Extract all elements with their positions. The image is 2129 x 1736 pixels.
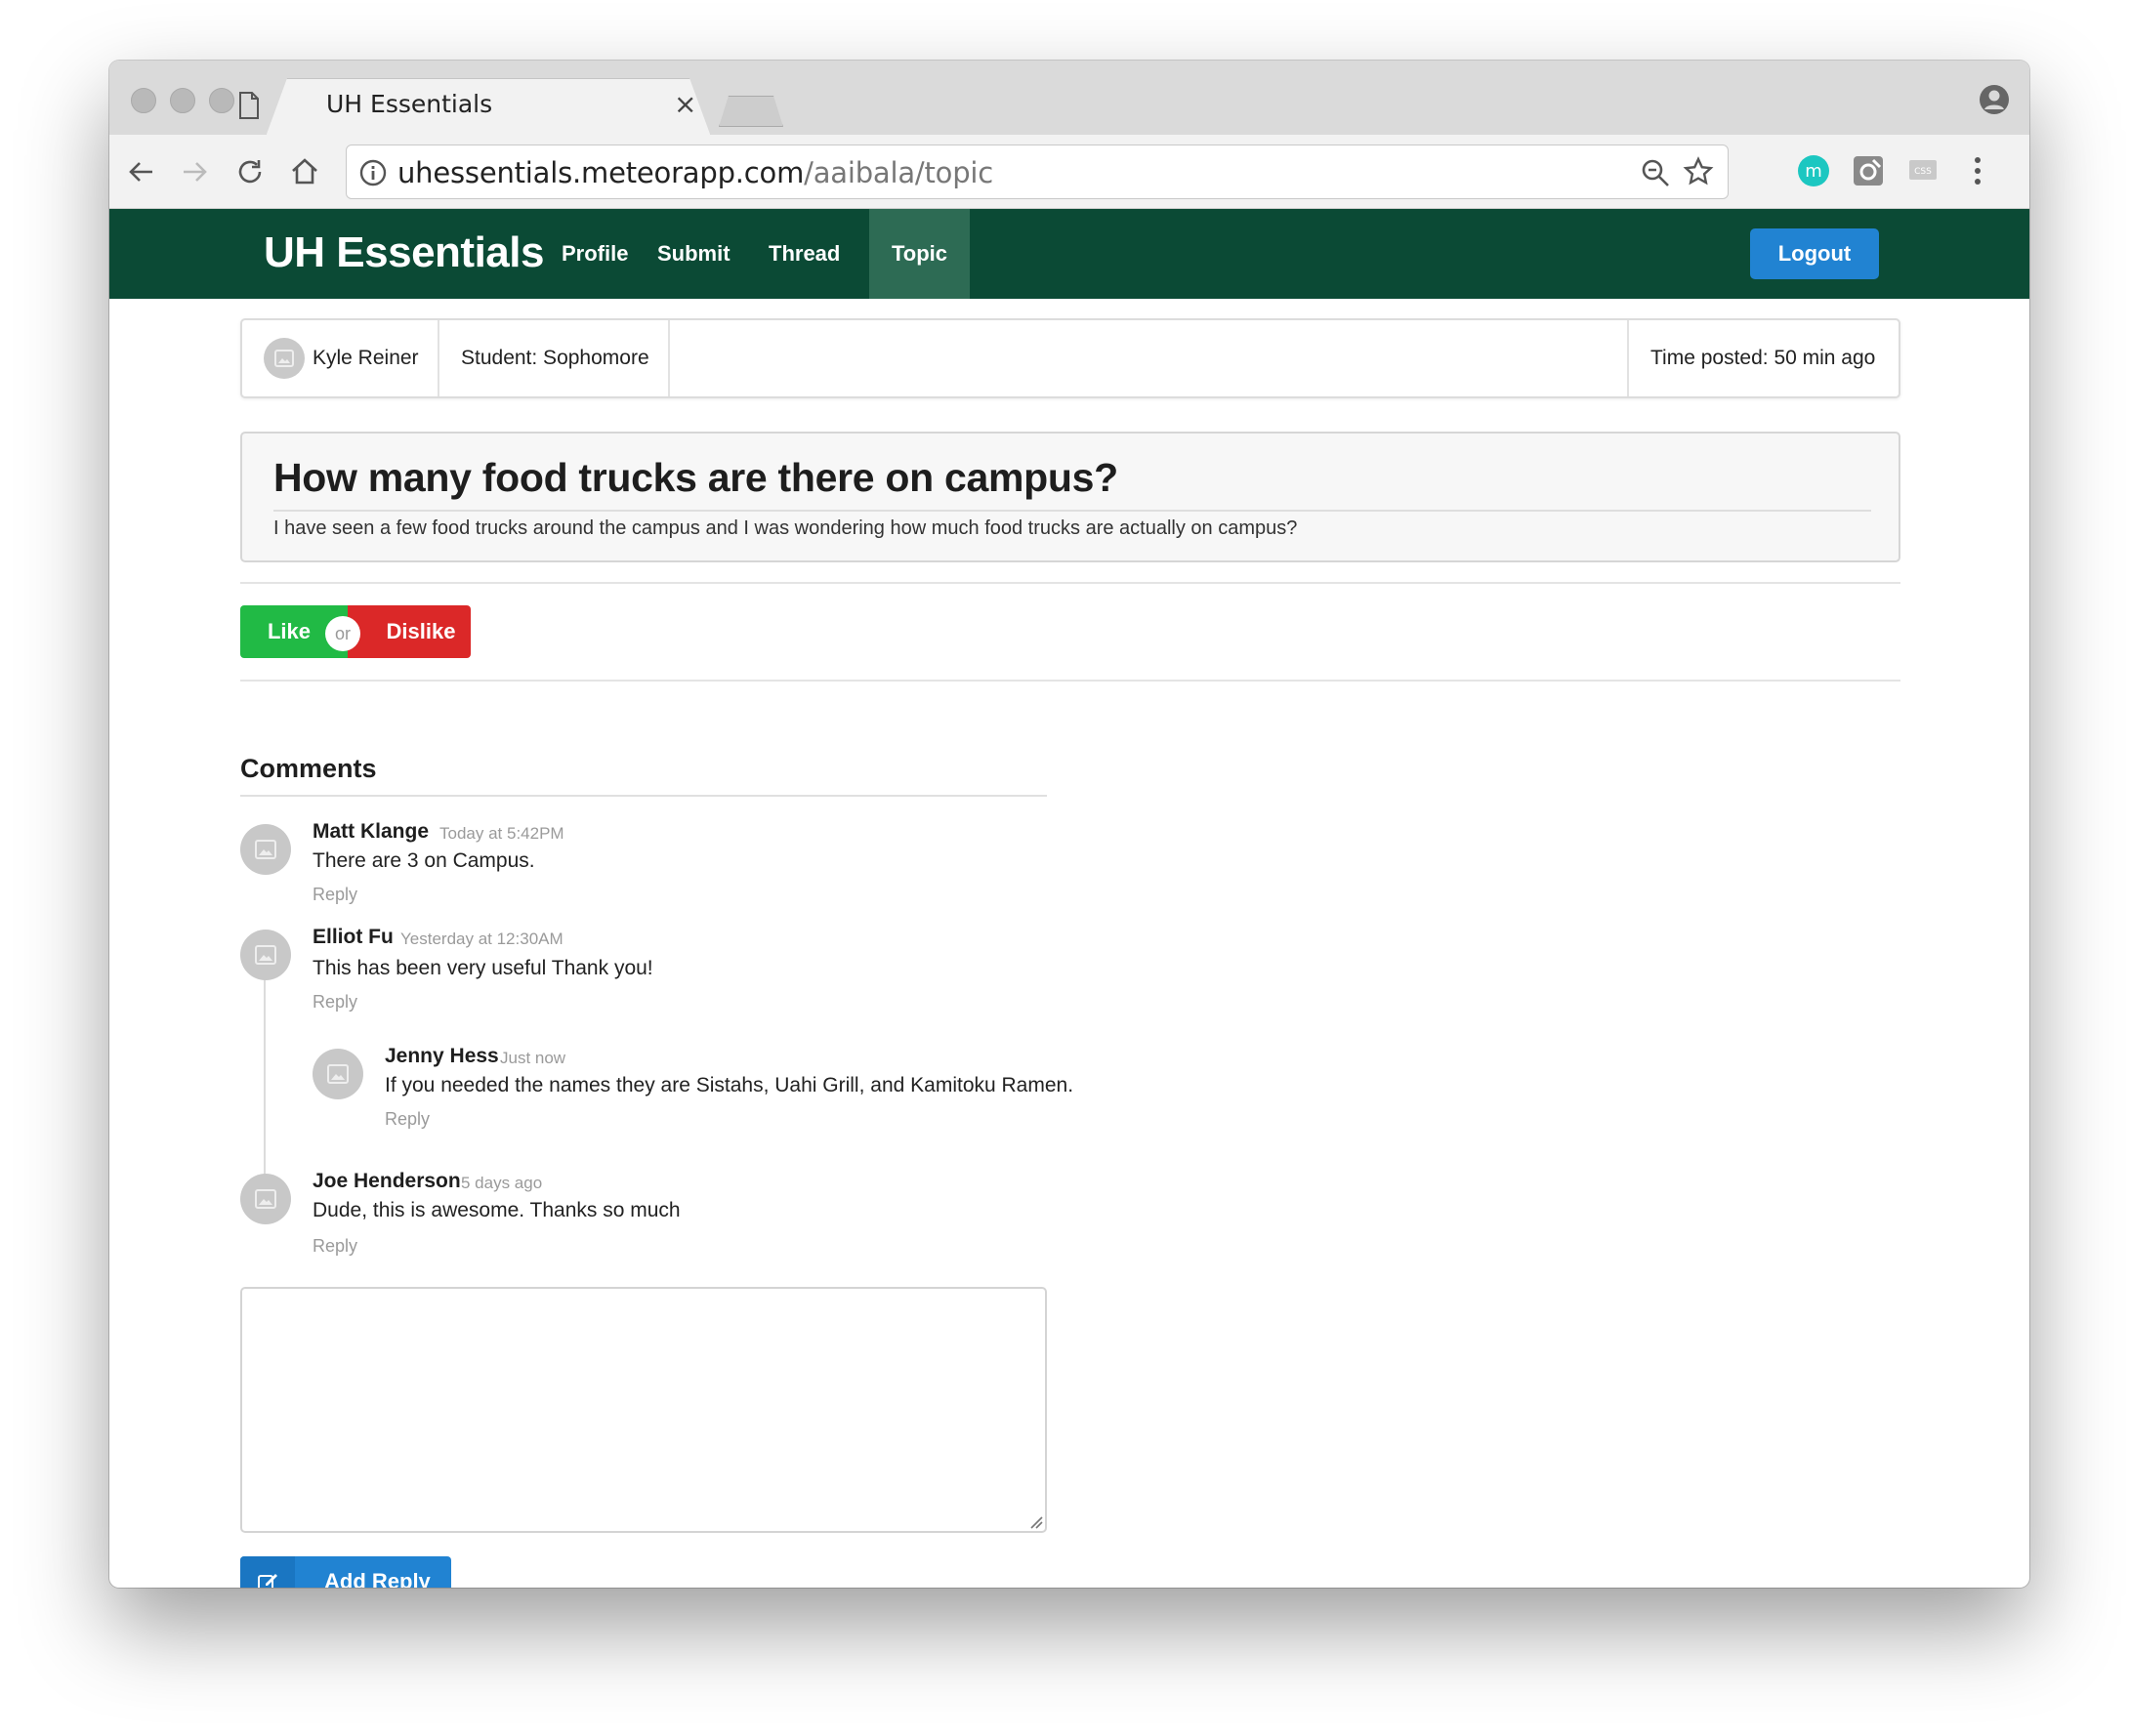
comment-time: 5 days ago bbox=[461, 1174, 543, 1192]
forward-arrow-icon[interactable] bbox=[178, 154, 213, 189]
minimize-window-button[interactable] bbox=[170, 88, 195, 113]
close-window-button[interactable] bbox=[131, 88, 156, 113]
comment-avatar[interactable] bbox=[240, 824, 291, 875]
add-reply-label: Add Reply bbox=[324, 1569, 431, 1588]
image-placeholder-icon bbox=[255, 1189, 276, 1209]
extension-css-icon[interactable]: CSS bbox=[1906, 154, 1940, 187]
comments-heading: Comments bbox=[240, 754, 377, 783]
topic-time-posted: Time posted: 50 min ago bbox=[1650, 347, 1876, 369]
question-card: How many food trucks are there on campus… bbox=[240, 432, 1900, 562]
bookmark-star-icon[interactable] bbox=[1683, 156, 1714, 192]
edit-icon bbox=[240, 1556, 295, 1588]
url-path: /aaibala/topic bbox=[804, 156, 994, 189]
comment-reply-link[interactable]: Reply bbox=[313, 1236, 357, 1257]
comment-author[interactable]: Elliot Fu bbox=[313, 926, 394, 949]
meta-divider bbox=[668, 320, 670, 396]
address-bar[interactable]: uhessentials.meteorapp.com/aaibala/topic bbox=[346, 145, 1729, 199]
document-icon bbox=[238, 92, 260, 124]
question-title: How many food trucks are there on campus… bbox=[273, 455, 1118, 500]
image-placeholder-icon bbox=[274, 350, 294, 367]
topic-author-name: Kyle Reiner bbox=[313, 347, 419, 369]
browser-toolbar: uhessentials.meteorapp.com/aaibala/topic… bbox=[109, 135, 2029, 209]
back-arrow-icon[interactable] bbox=[123, 154, 158, 189]
comment-author[interactable]: Jenny Hess bbox=[385, 1045, 499, 1068]
site-navbar: UH Essentials Profile Submit Thread Topi… bbox=[109, 209, 2029, 299]
site-brand[interactable]: UH Essentials bbox=[264, 228, 544, 277]
meta-divider bbox=[1627, 320, 1629, 396]
comment-time: Today at 5:42PM bbox=[439, 824, 564, 843]
meta-divider bbox=[438, 320, 439, 396]
comment-time: Yesterday at 12:30AM bbox=[400, 930, 564, 948]
browser-profile-icon[interactable] bbox=[1979, 84, 2010, 120]
comment-author[interactable]: Matt Klange bbox=[313, 820, 429, 844]
comment-text: If you needed the names they are Sistahs… bbox=[385, 1074, 1074, 1096]
image-placeholder-icon bbox=[255, 945, 276, 965]
zoom-icon[interactable] bbox=[1640, 157, 1671, 193]
question-body: I have seen a few food trucks around the… bbox=[273, 517, 1298, 539]
comment-avatar[interactable] bbox=[240, 1174, 291, 1224]
url-host: uhessentials.meteorapp.com bbox=[397, 156, 805, 189]
dislike-button[interactable]: Dislike bbox=[348, 605, 471, 658]
browser-window: UH Essentials × uhessentials.meteorapp.c… bbox=[109, 61, 2029, 1588]
image-placeholder-icon bbox=[327, 1064, 349, 1084]
info-icon[interactable] bbox=[358, 158, 388, 192]
nav-submit[interactable]: Submit bbox=[635, 209, 753, 299]
nav-thread[interactable]: Thread bbox=[746, 209, 862, 299]
url-text: uhessentials.meteorapp.com/aaibala/topic bbox=[397, 156, 993, 189]
topic-author[interactable]: Kyle Reiner bbox=[264, 320, 419, 396]
nav-topic[interactable]: Topic bbox=[869, 209, 971, 299]
question-divider bbox=[273, 510, 1871, 512]
comment-avatar[interactable] bbox=[240, 930, 291, 980]
topic-role: Student: Sophomore bbox=[461, 347, 649, 369]
comment-text: Dude, this is awesome. Thanks so much bbox=[313, 1199, 681, 1221]
extension-m-label: m bbox=[1805, 161, 1822, 182]
avatar bbox=[264, 338, 305, 379]
or-separator: or bbox=[325, 616, 360, 651]
comment-text: There are 3 on Campus. bbox=[313, 849, 535, 872]
extension-tool-icon[interactable] bbox=[1852, 154, 1885, 187]
comment-time: Just now bbox=[500, 1049, 566, 1067]
comment-text: This has been very useful Thank you! bbox=[313, 957, 653, 979]
reply-textarea[interactable] bbox=[240, 1287, 1047, 1533]
image-placeholder-icon bbox=[255, 840, 276, 859]
comment-avatar[interactable] bbox=[313, 1049, 363, 1099]
section-divider bbox=[240, 582, 1900, 584]
maximize-window-button[interactable] bbox=[209, 88, 234, 113]
section-divider bbox=[240, 680, 1900, 682]
tab-close-icon[interactable]: × bbox=[674, 88, 696, 120]
comment-reply-link[interactable]: Reply bbox=[313, 992, 357, 1013]
comment-reply-link[interactable]: Reply bbox=[313, 885, 357, 905]
comment-reply-link[interactable]: Reply bbox=[385, 1109, 430, 1130]
logout-button[interactable]: Logout bbox=[1750, 228, 1879, 279]
tab-title: UH Essentials bbox=[326, 90, 493, 118]
comments-divider bbox=[240, 795, 1047, 797]
comment-author[interactable]: Joe Henderson bbox=[313, 1170, 461, 1193]
resize-grip-icon[interactable] bbox=[1029, 1515, 1043, 1534]
reload-icon[interactable] bbox=[232, 154, 268, 189]
browser-titlebar: UH Essentials × bbox=[109, 61, 2029, 135]
extension-m-icon[interactable]: m bbox=[1797, 154, 1830, 187]
browser-menu-icon[interactable] bbox=[1961, 154, 1994, 187]
topic-meta-bar: Kyle Reiner Student: Sophomore Time post… bbox=[240, 318, 1900, 398]
new-tab-button[interactable] bbox=[719, 96, 783, 127]
extension-css-label: CSS bbox=[1914, 167, 1932, 177]
home-icon[interactable] bbox=[287, 154, 322, 189]
add-reply-button[interactable]: Add Reply bbox=[240, 1556, 451, 1588]
